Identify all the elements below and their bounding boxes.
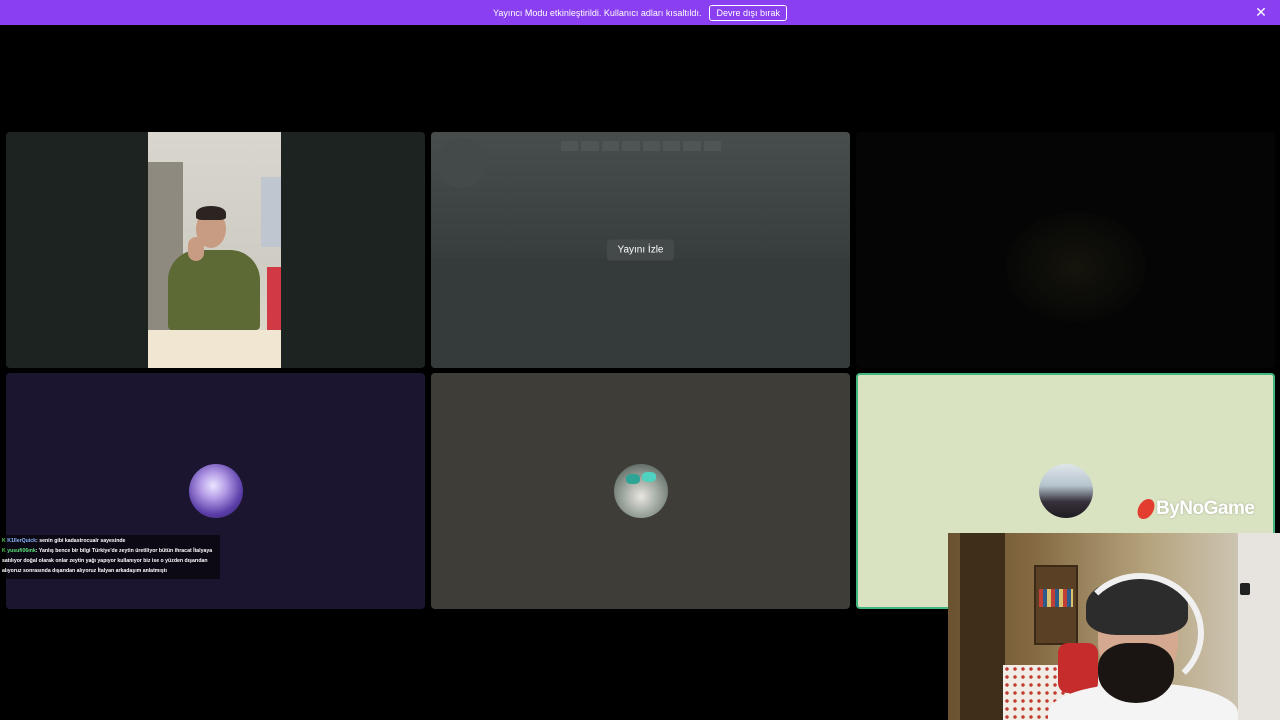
chat-message: K K1llerQuick: senin gibi kadastrocualr … xyxy=(2,536,218,546)
disable-streamer-mode-button[interactable]: Devre dışı bırak xyxy=(709,4,787,21)
logo-text: ByNoGame xyxy=(1156,498,1255,519)
bookshelf xyxy=(1034,565,1078,645)
minimap-thumbnail xyxy=(437,138,487,188)
bynogame-logo: ByNoGame xyxy=(1135,498,1255,520)
kick-badge-icon: K xyxy=(2,548,6,554)
bynogame-logo-icon xyxy=(1135,499,1157,519)
close-icon[interactable]: ✕ xyxy=(1252,3,1270,21)
chat-message: K yusufi06mk: Yanlış bence bir bilgi Tür… xyxy=(2,546,218,576)
stream-tile[interactable]: Yayını İzle xyxy=(431,132,850,368)
dark-video xyxy=(1006,212,1146,322)
headset xyxy=(1076,573,1204,693)
avatar xyxy=(1038,464,1093,518)
video-tile-camera[interactable] xyxy=(6,132,425,368)
avatar xyxy=(613,464,668,518)
participant-tile-duo[interactable] xyxy=(431,373,850,609)
banner-message: Yayıncı Modu etkinleştirildi. Kullanıcı … xyxy=(493,7,702,18)
streamer-mode-banner: Yayıncı Modu etkinleştirildi. Kullanıcı … xyxy=(0,0,1280,25)
watch-stream-button[interactable]: Yayını İzle xyxy=(606,239,675,261)
chat-overlay: K K1llerQuick: senin gibi kadastrocualr … xyxy=(0,535,220,579)
streamer-webcam xyxy=(948,533,1280,720)
participant-video xyxy=(148,132,281,368)
avatar xyxy=(188,464,243,518)
chat-username: K1llerQuick xyxy=(7,538,37,544)
video-tile-dark[interactable] xyxy=(856,132,1275,368)
kick-badge-icon: K xyxy=(2,538,6,544)
chat-username: yusufi06mk xyxy=(7,548,36,554)
chat-text: : senin gibi kadastrocualr sayesinde xyxy=(36,538,126,544)
game-hud xyxy=(561,141,721,151)
